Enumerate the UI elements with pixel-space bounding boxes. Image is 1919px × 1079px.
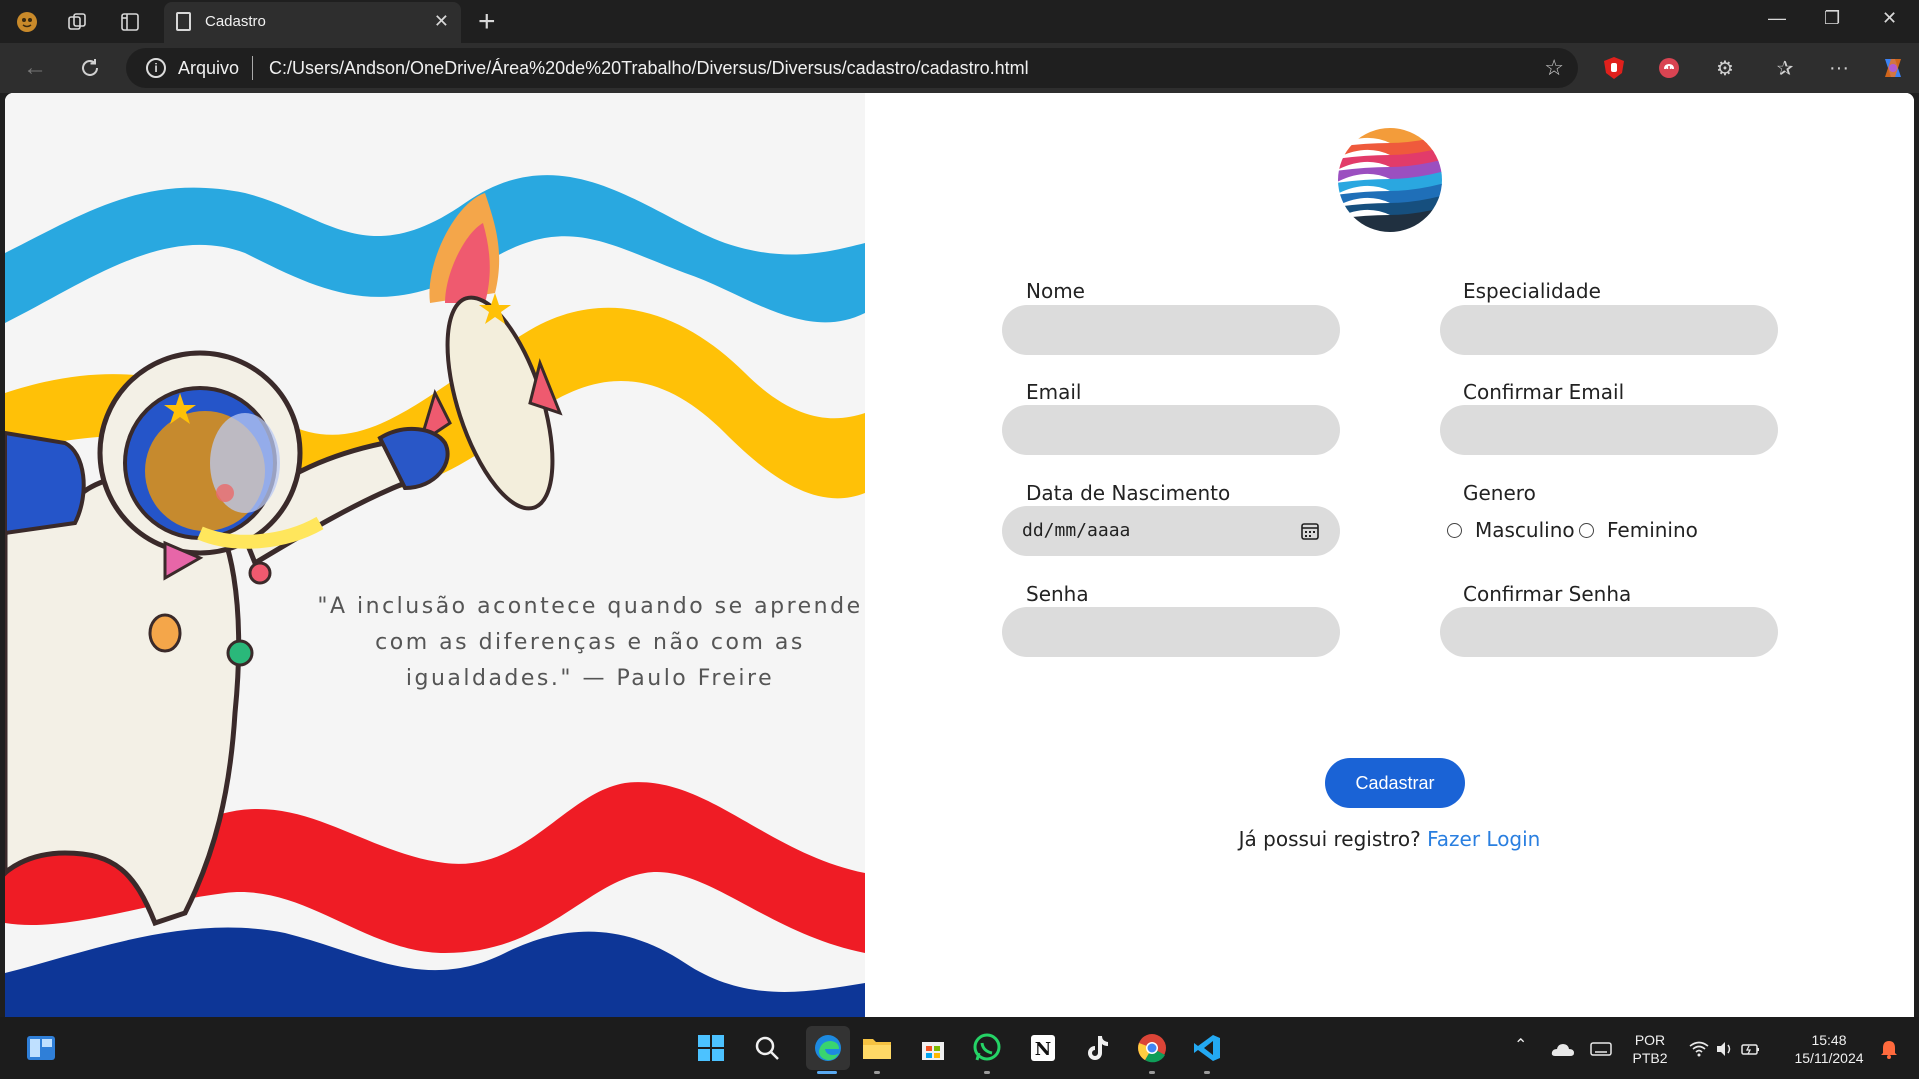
feminino-radio[interactable]: [1579, 523, 1594, 538]
confirmar-senha-input[interactable]: [1440, 607, 1778, 657]
brand-logo: [1338, 128, 1442, 232]
whatsapp-icon[interactable]: [970, 1031, 1004, 1065]
nome-input[interactable]: [1002, 305, 1340, 355]
astronaut-illustration: [5, 175, 865, 1017]
vertical-tabs-icon[interactable]: [117, 9, 143, 35]
language-text: POR: [1634, 1032, 1666, 1048]
tab-close-icon[interactable]: ✕: [434, 11, 449, 32]
favorite-star-icon[interactable]: ☆: [1544, 55, 1564, 81]
edge-icon[interactable]: [806, 1026, 850, 1070]
store-icon[interactable]: [916, 1031, 950, 1065]
copilot-icon[interactable]: [1878, 53, 1908, 83]
edge-active-indicator: [817, 1071, 837, 1074]
masculino-label[interactable]: Masculino: [1475, 518, 1575, 542]
time-text: 15:48: [1811, 1032, 1847, 1048]
fazer-login-link[interactable]: Fazer Login: [1427, 827, 1540, 851]
genero-label: Genero: [1463, 481, 1536, 505]
close-window-icon[interactable]: ✕: [1882, 8, 1897, 29]
document-icon: [176, 12, 191, 31]
explorer-running-indicator: [874, 1071, 880, 1074]
especialidade-input[interactable]: [1440, 305, 1778, 355]
date-placeholder: dd/mm/aaaa: [1022, 520, 1131, 541]
feminino-label[interactable]: Feminino: [1607, 518, 1698, 542]
signup-form-panel: Nome Especialidade Email Confirmar Email…: [865, 93, 1914, 1017]
keyboard-icon[interactable]: [1584, 1032, 1618, 1066]
favorites-icon[interactable]: ✰: [1770, 53, 1800, 83]
notification-bell-icon[interactable]: [1872, 1032, 1906, 1066]
file-explorer-icon[interactable]: [860, 1031, 894, 1065]
active-tab[interactable]: Cadastro ✕: [164, 2, 461, 43]
battery-icon[interactable]: [1734, 1032, 1768, 1066]
page-viewport: "A inclusão acontece quando se aprende c…: [5, 93, 1914, 1017]
calendar-icon[interactable]: [1300, 521, 1320, 541]
site-info-icon[interactable]: i: [146, 58, 166, 78]
clock[interactable]: 15:48 15/11/2024: [1784, 1031, 1874, 1067]
chrome-icon[interactable]: [1135, 1031, 1169, 1065]
workspaces-icon[interactable]: [64, 9, 90, 35]
refresh-icon[interactable]: [75, 53, 105, 83]
tiktok-icon[interactable]: [1080, 1031, 1114, 1065]
scheme-label: Arquivo: [178, 58, 240, 78]
tray-overflow-icon[interactable]: ⌃: [1514, 1037, 1527, 1055]
onedrive-icon[interactable]: [1546, 1032, 1580, 1066]
address-bar[interactable]: i Arquivo C:/Users/Andson/OneDrive/Área%…: [126, 48, 1578, 88]
login-prompt-text: Já possui registro?: [1238, 827, 1421, 851]
cadastrar-button[interactable]: Cadastrar: [1325, 758, 1465, 808]
vscode-icon[interactable]: [1190, 1031, 1224, 1065]
nome-label: Nome: [1026, 279, 1085, 303]
chrome-running-indicator: [1149, 1071, 1155, 1074]
tab-title: Cadastro: [205, 13, 266, 30]
data-nascimento-input[interactable]: dd/mm/aaaa: [1002, 506, 1340, 556]
more-options-icon[interactable]: ···: [1824, 53, 1854, 83]
confirmar-email-label: Confirmar Email: [1463, 380, 1625, 404]
notion-icon[interactable]: N: [1026, 1031, 1060, 1065]
download-extension-icon[interactable]: [1654, 53, 1684, 83]
date-text: 15/11/2024: [1794, 1050, 1864, 1066]
illustration-panel: "A inclusão acontece quando se aprende c…: [5, 93, 865, 1017]
svg-text:N: N: [1035, 1039, 1051, 1060]
data-nascimento-label: Data de Nascimento: [1026, 481, 1231, 505]
adblock-extension-icon[interactable]: [1599, 53, 1629, 83]
browser-tab-bar: Cadastro ✕ + — ❐ ✕: [0, 0, 1919, 43]
new-tab-icon[interactable]: +: [478, 5, 496, 39]
language-indicator[interactable]: POR PTB2: [1628, 1031, 1672, 1067]
confirmar-senha-label: Confirmar Senha: [1463, 582, 1632, 606]
restore-icon[interactable]: ❐: [1824, 8, 1840, 29]
whatsapp-running-indicator: [984, 1071, 990, 1074]
url-text[interactable]: C:/Users/Andson/OneDrive/Área%20de%20Tra…: [269, 58, 1029, 79]
especialidade-label: Especialidade: [1463, 279, 1601, 303]
senha-label: Senha: [1026, 582, 1089, 606]
quote-text: "A inclusão acontece quando se aprende c…: [317, 594, 863, 691]
search-icon[interactable]: [750, 1031, 784, 1065]
confirmar-email-input[interactable]: [1440, 405, 1778, 455]
email-label: Email: [1026, 380, 1082, 404]
vscode-running-indicator: [1204, 1071, 1210, 1074]
login-prompt-line: Já possui registro? Fazer Login: [865, 827, 1914, 851]
layout-text: PTB2: [1632, 1050, 1668, 1066]
extensions-icon[interactable]: ⚙: [1710, 53, 1740, 83]
minimize-icon[interactable]: —: [1768, 8, 1786, 29]
back-icon[interactable]: ←: [20, 53, 50, 83]
email-input[interactable]: [1002, 405, 1340, 455]
address-toolbar: ← i Arquivo C:/Users/Andson/OneDrive/Áre…: [0, 43, 1919, 93]
address-separator: [252, 56, 253, 80]
browser-profile-icon[interactable]: [14, 9, 40, 35]
start-icon[interactable]: [694, 1031, 728, 1065]
windows-taskbar: N ⌃ POR PTB2 15:48 15/11/2024: [0, 1017, 1919, 1079]
widgets-icon[interactable]: [24, 1031, 58, 1065]
senha-input[interactable]: [1002, 607, 1340, 657]
masculino-radio[interactable]: [1447, 523, 1462, 538]
